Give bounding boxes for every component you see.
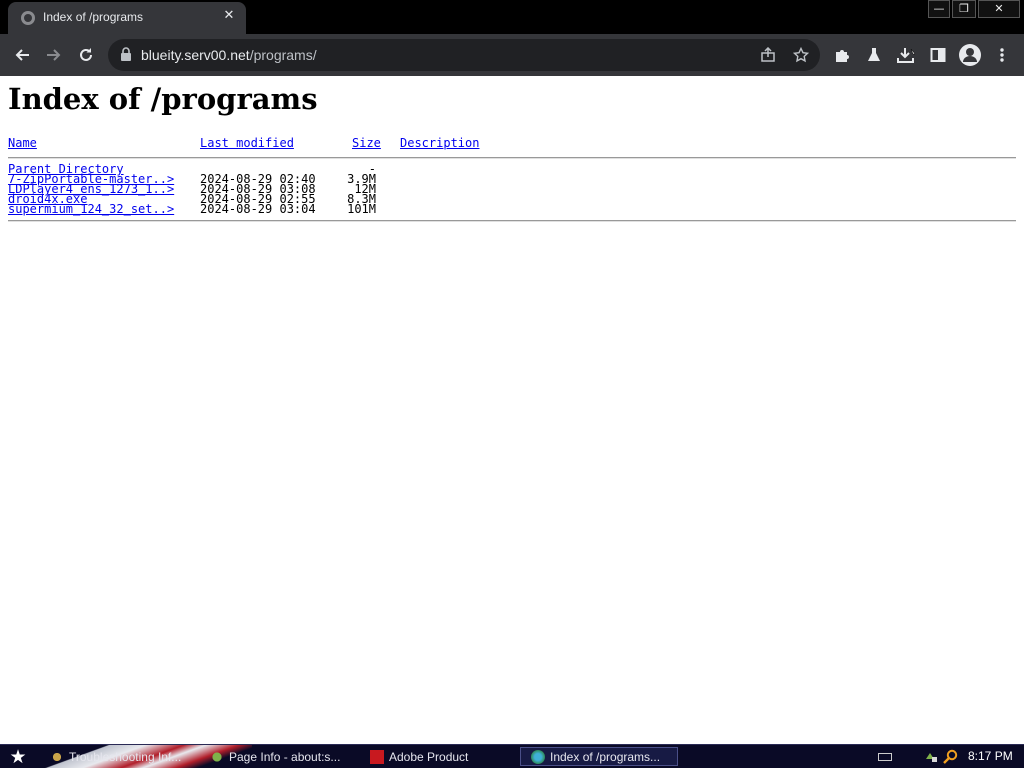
downloads-button[interactable]	[893, 41, 921, 69]
avatar-icon	[959, 44, 981, 66]
url-path: /programs/	[249, 47, 317, 63]
more-vert-icon	[1000, 48, 1004, 62]
size-cell: 101M	[347, 202, 376, 216]
browser-tab[interactable]: Index of /programs ✕	[8, 2, 246, 34]
back-button[interactable]	[8, 41, 36, 69]
gear-icon	[210, 749, 224, 764]
table-row: LDPlayer4_ens_1273_1..> 2024-08-29 03:08…	[8, 183, 1016, 195]
sort-by-modified-link[interactable]: Last modified	[200, 136, 294, 150]
restore-button[interactable]: ❐	[952, 0, 976, 18]
labs-button[interactable]	[860, 41, 888, 69]
menu-button[interactable]	[988, 41, 1016, 69]
tab-title: Index of /programs	[43, 10, 144, 24]
table-row: supermium_124_32_set..> 2024-08-29 03:04…	[8, 202, 1016, 216]
sort-by-size-link[interactable]: Size	[352, 136, 381, 150]
globe-icon	[21, 11, 35, 25]
forward-button[interactable]	[40, 41, 68, 69]
search-icon[interactable]	[943, 749, 958, 764]
share-icon[interactable]	[760, 47, 776, 63]
column-header-description[interactable]: Description	[400, 137, 479, 149]
back-arrow-icon	[15, 49, 29, 61]
file-link[interactable]: supermium_124_32_set..>	[8, 202, 174, 216]
profile-button[interactable]	[956, 41, 984, 69]
reload-icon	[80, 48, 92, 61]
column-header-name[interactable]: Name	[8, 137, 37, 149]
side-panel-icon	[930, 48, 946, 62]
adobe-icon	[370, 749, 384, 764]
lock-icon	[121, 47, 131, 61]
download-icon	[897, 48, 916, 63]
browser-toolbar: blueity.serv00.net/programs/	[0, 34, 1024, 76]
reload-button[interactable]	[72, 41, 100, 69]
page-content: Index of /programs Name Last modified Si…	[0, 76, 1024, 744]
tab-strip: Index of /programs ✕ — ❐ ✕	[0, 0, 1024, 34]
extensions-button[interactable]	[828, 41, 856, 69]
task-label: Troubleshooting Inf...	[69, 749, 182, 764]
star-icon: ★	[9, 746, 27, 768]
bookmark-star-icon[interactable]	[793, 47, 809, 63]
flask-icon	[868, 48, 880, 61]
url-host: blueity.serv00.net	[141, 47, 250, 63]
tools-icon	[50, 749, 64, 764]
tab-close-button[interactable]: ✕	[220, 7, 238, 25]
column-header-last-modified[interactable]: Last modified	[200, 137, 294, 149]
task-troubleshooting[interactable]: Troubleshooting Inf...	[50, 747, 200, 766]
sort-by-description-link[interactable]: Description	[400, 136, 479, 150]
taskbar: ★ Troubleshooting Inf... Page Info - abo…	[0, 744, 1024, 768]
task-label: Index of /programs...	[550, 749, 661, 764]
task-adobe-product[interactable]: Adobe Product	[370, 747, 510, 766]
window-close-button[interactable]: ✕	[978, 0, 1020, 18]
start-button[interactable]: ★	[4, 746, 32, 768]
task-label: Page Info - about:s...	[229, 749, 341, 764]
side-panel-button[interactable]	[924, 41, 952, 69]
keyboard-icon[interactable]	[878, 753, 892, 761]
column-header-size[interactable]: Size	[352, 137, 381, 149]
task-index-of-programs[interactable]: Index of /programs...	[520, 747, 678, 766]
task-label: Adobe Product	[389, 749, 469, 764]
header-divider	[8, 157, 1016, 159]
clock: 8:17 PM	[968, 749, 1013, 763]
browser-icon	[531, 749, 545, 764]
modified-cell: 2024-08-29 03:04	[200, 202, 316, 216]
minimize-button[interactable]: —	[928, 0, 950, 18]
footer-divider	[8, 220, 1016, 222]
page-title: Index of /programs	[8, 82, 318, 116]
forward-arrow-icon	[47, 49, 61, 61]
url-text: blueity.serv00.net/programs/	[141, 47, 317, 63]
task-page-info[interactable]: Page Info - about:s...	[210, 747, 360, 766]
sort-by-name-link[interactable]: Name	[8, 136, 37, 150]
address-bar[interactable]: blueity.serv00.net/programs/	[108, 39, 820, 71]
puzzle-icon	[836, 50, 849, 62]
network-icon[interactable]	[924, 749, 938, 763]
